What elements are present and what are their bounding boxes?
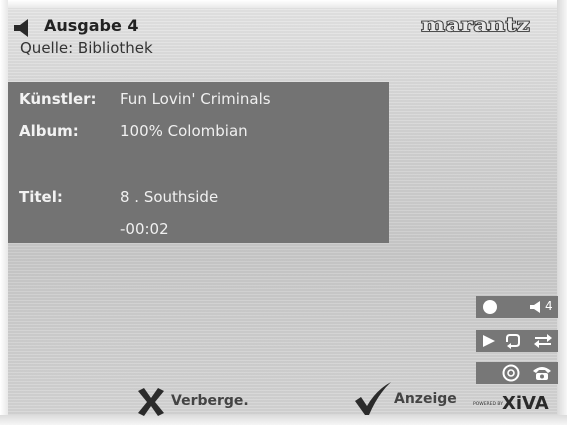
playback-mode-button[interactable] bbox=[476, 330, 558, 352]
repeat-icon bbox=[506, 334, 520, 349]
disc-icon bbox=[502, 364, 520, 382]
record-dot-icon bbox=[483, 300, 497, 314]
title-value: 8 . Southside bbox=[120, 188, 219, 206]
frame-bottom bbox=[0, 415, 567, 425]
svg-text:POWERED BY: POWERED BY bbox=[473, 401, 503, 407]
play-icon bbox=[483, 335, 495, 347]
brand-text: marantz bbox=[422, 14, 531, 36]
frame-left bbox=[0, 0, 8, 425]
record-volume-button[interactable]: 4 bbox=[476, 296, 558, 318]
title-label: Titel: bbox=[19, 188, 63, 206]
shuffle-icon bbox=[534, 334, 552, 348]
display-label: Anzeige bbox=[394, 391, 457, 407]
frame-right bbox=[557, 0, 567, 425]
hide-button[interactable]: Verberge. bbox=[136, 388, 256, 416]
checkmark-icon bbox=[355, 382, 391, 415]
display-button[interactable]: Anzeige bbox=[354, 382, 464, 416]
speaker-icon bbox=[14, 19, 28, 37]
xiva-logo: POWERED BY XiVA bbox=[473, 393, 549, 414]
output-title: Ausgabe 4 bbox=[44, 16, 139, 35]
svg-text:XiVA: XiVA bbox=[502, 393, 549, 414]
volume-value: 4 bbox=[545, 299, 553, 313]
source-phone-button[interactable] bbox=[476, 362, 558, 384]
close-x-icon bbox=[138, 388, 164, 416]
track-info-panel: Künstler: Fun Lovin' Criminals Album: 10… bbox=[8, 82, 389, 243]
album-value: 100% Colombian bbox=[120, 122, 248, 140]
frame-top bbox=[0, 0, 567, 8]
now-playing-screen: Ausgabe 4 Quelle: Bibliothek marantz Kün… bbox=[0, 0, 567, 425]
time-remaining: -00:02 bbox=[120, 220, 169, 238]
hide-label: Verberge. bbox=[171, 393, 249, 409]
phone-icon bbox=[533, 367, 551, 380]
album-label: Album: bbox=[19, 122, 79, 140]
marantz-logo: marantz bbox=[420, 13, 531, 37]
artist-label: Künstler: bbox=[19, 90, 97, 108]
speaker-icon bbox=[530, 301, 540, 313]
artist-value: Fun Lovin' Criminals bbox=[120, 90, 271, 108]
source-line: Quelle: Bibliothek bbox=[20, 39, 153, 57]
